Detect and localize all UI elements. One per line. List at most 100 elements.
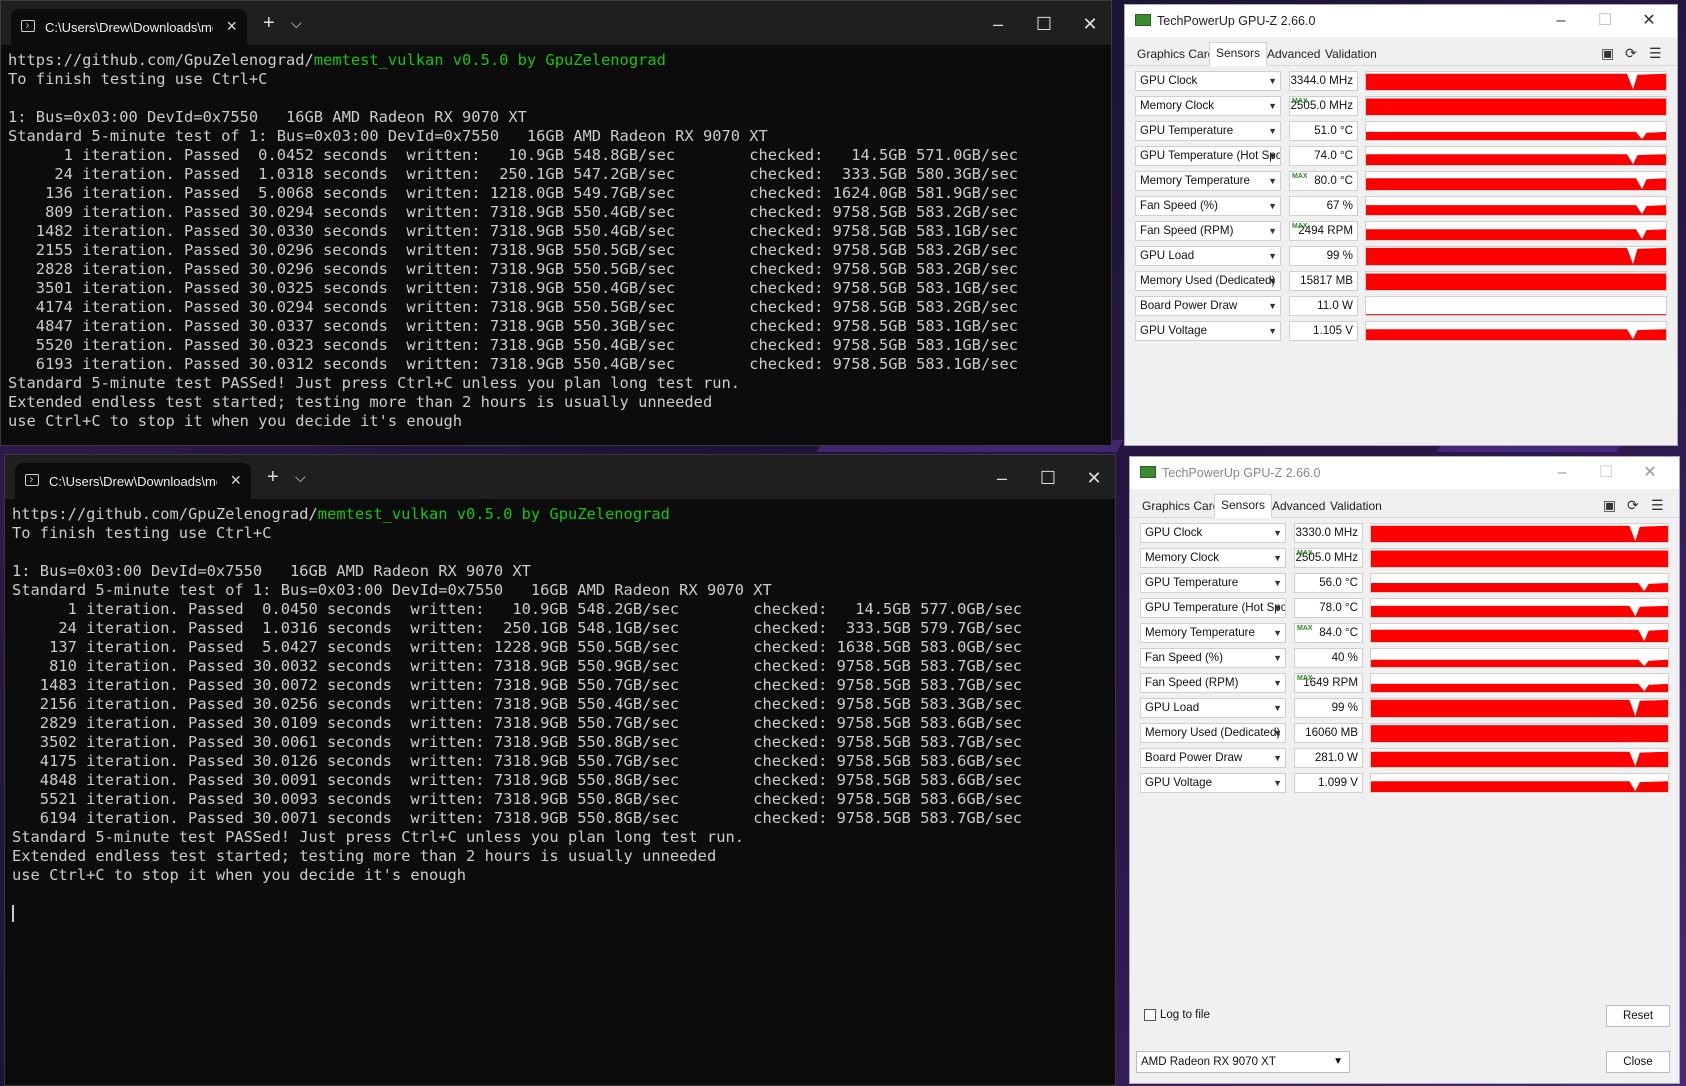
sensor-graph-area [1371, 683, 1668, 692]
close-tab-icon[interactable]: × [226, 17, 237, 35]
close-button[interactable]: ✕ [1628, 461, 1672, 485]
chevron-down-icon: ▼ [1268, 126, 1277, 136]
sensor-label-dropdown[interactable]: GPU Temperature (Hot Spot) ▼ [1140, 598, 1286, 618]
sensor-label-dropdown[interactable]: GPU Clock ▼ [1140, 523, 1286, 543]
maximize-button[interactable]: ☐ [1025, 465, 1071, 491]
sensor-graph [1370, 598, 1669, 618]
tab-validation[interactable]: Validation [1321, 45, 1381, 63]
sensor-graph [1370, 673, 1669, 693]
terminal-line: 6194 iteration. Passed 30.0071 seconds w… [12, 809, 1022, 827]
terminal-line: 2155 iteration. Passed 30.0296 seconds w… [8, 241, 1018, 259]
sensor-label-dropdown[interactable]: Fan Speed (RPM) ▼ [1140, 673, 1286, 693]
sensor-value-text: 99 % [1331, 701, 1358, 714]
sensor-label-dropdown[interactable]: GPU Load ▼ [1140, 698, 1286, 718]
sensor-label-dropdown[interactable]: Memory Temperature ▼ [1140, 623, 1286, 643]
menu-icon[interactable]: ☰ [1651, 497, 1664, 514]
terminal-window[interactable]: C:\Users\Drew\Downloads\me × + ⌵ – ☐ ✕ h… [0, 0, 1112, 446]
sensor-value: MAX 1649 RPM [1294, 673, 1363, 693]
refresh-icon[interactable]: ⟳ [1625, 45, 1637, 62]
tab-sensors[interactable]: Sensors [1214, 494, 1273, 518]
sensor-label-dropdown[interactable]: Board Power Draw ▼ [1135, 296, 1281, 316]
sensor-label-dropdown[interactable]: Memory Used (Dedicated) ▼ [1140, 723, 1286, 743]
maximize-button[interactable]: ☐ [1021, 11, 1067, 37]
chevron-down-icon[interactable]: ⌵ [295, 465, 306, 489]
tab-validation[interactable]: Validation [1326, 497, 1386, 515]
reset-button[interactable]: Reset [1606, 1005, 1670, 1027]
repo-link[interactable]: https://github.com/GpuZelenograd/ [12, 505, 318, 523]
sensor-graph-area [1366, 73, 1666, 90]
refresh-icon[interactable]: ⟳ [1627, 497, 1639, 514]
tab-graphics-card[interactable]: Graphics Card [1138, 497, 1223, 515]
close-tab-icon[interactable]: × [230, 471, 241, 489]
gpuz-window[interactable]: TechPowerUp GPU-Z 2.66.0 – ☐ ✕ Graphics … [1129, 456, 1680, 1084]
sensor-label-dropdown[interactable]: GPU Voltage ▼ [1135, 321, 1281, 341]
sensor-value: 67 % [1289, 196, 1358, 216]
sensor-graph-area [1371, 781, 1668, 792]
sensor-label: GPU Voltage [1140, 324, 1208, 337]
tab-sensors[interactable]: Sensors [1209, 42, 1268, 66]
sensor-graph [1365, 221, 1667, 241]
sensor-label-dropdown[interactable]: GPU Voltage ▼ [1140, 773, 1286, 793]
sensor-label-dropdown[interactable]: Fan Speed (%) ▼ [1135, 196, 1281, 216]
tab-graphics-card[interactable]: Graphics Card [1133, 45, 1218, 63]
terminal-titlebar[interactable]: C:\Users\Drew\Downloads\me × + ⌵ – ☐ ✕ [5, 455, 1115, 499]
sensor-graph [1365, 121, 1667, 141]
close-button[interactable]: ✕ [1071, 465, 1115, 491]
checkbox-box[interactable] [1144, 1009, 1156, 1021]
sensor-label-dropdown[interactable]: Memory Clock ▼ [1135, 96, 1281, 116]
terminal-titlebar[interactable]: C:\Users\Drew\Downloads\me × + ⌵ – ☐ ✕ [1, 1, 1111, 45]
minimize-button[interactable]: – [1540, 461, 1584, 485]
sensor-label-dropdown[interactable]: GPU Load ▼ [1135, 246, 1281, 266]
log-to-file-checkbox[interactable]: Log to file [1144, 1009, 1210, 1021]
sensor-value: MAX 84.0 °C [1294, 623, 1363, 643]
sensor-value-text: 51.0 °C [1314, 124, 1353, 137]
chevron-down-icon[interactable]: ⌵ [291, 11, 302, 35]
sensor-label: Fan Speed (RPM) [1145, 676, 1239, 689]
gpuz-titlebar[interactable]: TechPowerUp GPU-Z 2.66.0 – ☐ ✕ [1125, 5, 1677, 37]
sensor-label-dropdown[interactable]: Fan Speed (%) ▼ [1140, 648, 1286, 668]
new-tab-icon[interactable]: + [263, 11, 275, 35]
minimize-button[interactable]: – [975, 11, 1021, 37]
sensor-label-dropdown[interactable]: GPU Clock ▼ [1135, 71, 1281, 91]
sensor-value: 74.0 °C [1289, 146, 1358, 166]
tab-advanced[interactable]: Advanced [1268, 497, 1329, 515]
sensor-label-dropdown[interactable]: Memory Temperature ▼ [1135, 171, 1281, 191]
terminal-line: 1 iteration. Passed 0.0452 seconds writt… [8, 146, 1018, 164]
terminal-output[interactable]: https://github.com/GpuZelenograd/memtest… [5, 499, 1115, 929]
sensor-graph-area [1371, 699, 1668, 717]
sensor-label-dropdown[interactable]: GPU Temperature ▼ [1140, 573, 1286, 593]
terminal-tab[interactable]: C:\Users\Drew\Downloads\me × [15, 463, 251, 499]
chevron-down-icon: ▼ [1273, 528, 1282, 538]
sensor-label-dropdown[interactable]: Board Power Draw ▼ [1140, 748, 1286, 768]
repo-link[interactable]: https://github.com/GpuZelenograd/ [8, 51, 314, 69]
sensor-label-dropdown[interactable]: GPU Temperature (Hot Spot) ▼ [1135, 146, 1281, 166]
gpuz-titlebar[interactable]: TechPowerUp GPU-Z 2.66.0 – ☐ ✕ [1130, 457, 1679, 489]
camera-icon[interactable]: ▣ [1603, 497, 1616, 514]
new-tab-icon[interactable]: + [267, 465, 279, 489]
terminal-output[interactable]: https://github.com/GpuZelenograd/memtest… [1, 45, 1111, 445]
sensor-label-dropdown[interactable]: Memory Used (Dedicated) ▼ [1135, 271, 1281, 291]
sensor-label: Memory Temperature [1140, 174, 1250, 187]
terminal-line: use Ctrl+C to stop it when you decide it… [8, 412, 463, 430]
minimize-button[interactable]: – [1539, 9, 1583, 33]
terminal-window[interactable]: C:\Users\Drew\Downloads\me × + ⌵ – ☐ ✕ h… [4, 454, 1116, 1086]
sensor-value-text: 3330.0 MHz [1295, 526, 1358, 539]
sensor-value-text: 3344.0 MHz [1290, 74, 1353, 87]
gpuz-window[interactable]: TechPowerUp GPU-Z 2.66.0 – ☐ ✕ Graphics … [1124, 4, 1678, 446]
sensor-label-dropdown[interactable]: Fan Speed (RPM) ▼ [1135, 221, 1281, 241]
gpuz-tabs: Graphics Card Sensors Advanced Validatio… [1125, 42, 1677, 66]
terminal-line: 1: Bus=0x03:00 DevId=0x7550 16GB AMD Rad… [12, 562, 531, 580]
close-button[interactable]: Close [1606, 1051, 1670, 1073]
tab-advanced[interactable]: Advanced [1263, 45, 1324, 63]
sensor-value: 99 % [1289, 246, 1358, 266]
device-select[interactable]: AMD Radeon RX 9070 XT ▼ [1136, 1051, 1350, 1073]
gpuz-footer: Log to file Reset AMD Radeon RX 9070 XT … [1130, 995, 1679, 1083]
terminal-tab[interactable]: C:\Users\Drew\Downloads\me × [11, 9, 247, 45]
sensor-label-dropdown[interactable]: GPU Temperature ▼ [1135, 121, 1281, 141]
minimize-button[interactable]: – [979, 465, 1025, 491]
sensor-label-dropdown[interactable]: Memory Clock ▼ [1140, 548, 1286, 568]
menu-icon[interactable]: ☰ [1649, 45, 1662, 62]
close-button[interactable]: ✕ [1627, 9, 1671, 33]
close-button[interactable]: ✕ [1067, 11, 1111, 37]
camera-icon[interactable]: ▣ [1601, 45, 1614, 62]
